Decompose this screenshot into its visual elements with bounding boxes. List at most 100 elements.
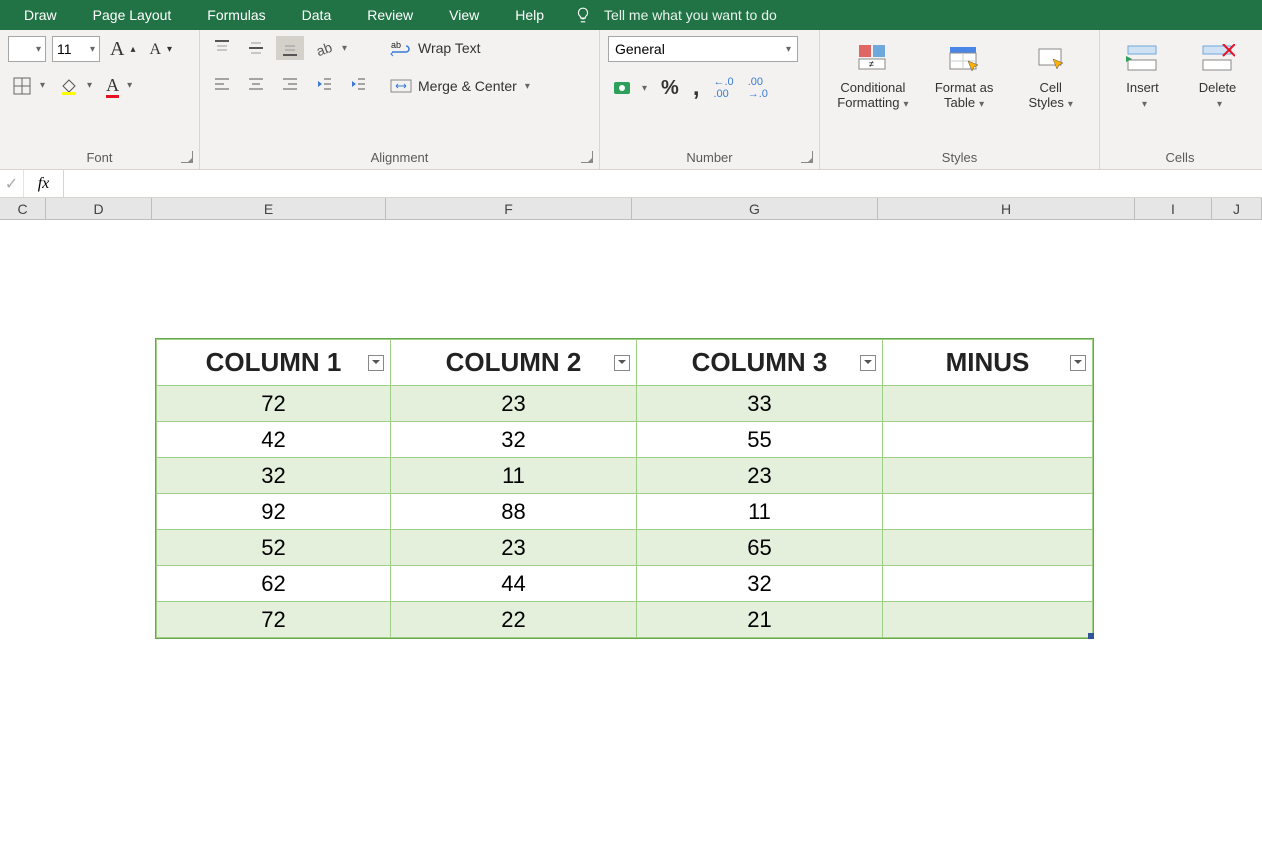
table-cell[interactable] xyxy=(883,602,1093,638)
table-row: 321123 xyxy=(157,458,1093,494)
ribbon-tab-data[interactable]: Data xyxy=(284,0,350,30)
font-dialog-launcher[interactable] xyxy=(181,151,193,163)
table-cell[interactable]: 52 xyxy=(157,530,391,566)
filter-dropdown-icon[interactable] xyxy=(1070,355,1086,371)
filter-dropdown-icon[interactable] xyxy=(860,355,876,371)
chevron-down-icon: ▾ xyxy=(786,44,791,55)
align-bottom-button[interactable] xyxy=(276,36,304,60)
column-header-J[interactable]: J xyxy=(1212,198,1262,219)
table-cell[interactable] xyxy=(883,386,1093,422)
table-cell[interactable]: 92 xyxy=(157,494,391,530)
align-top-button[interactable] xyxy=(208,36,236,60)
column-header-F[interactable]: F xyxy=(386,198,632,219)
table-cell[interactable]: 33 xyxy=(637,386,883,422)
ribbon-tab-draw[interactable]: Draw xyxy=(6,0,75,30)
comma-style-button[interactable]: , xyxy=(689,74,704,102)
column-header-E[interactable]: E xyxy=(152,198,386,219)
ribbon-tab-formulas[interactable]: Formulas xyxy=(189,0,283,30)
table-cell[interactable]: 55 xyxy=(637,422,883,458)
table-header[interactable]: COLUMN 1 xyxy=(157,340,391,386)
table-cell[interactable]: 23 xyxy=(391,386,637,422)
table-cell[interactable]: 23 xyxy=(637,458,883,494)
table-cell[interactable]: 88 xyxy=(391,494,637,530)
percent-button[interactable]: % xyxy=(657,74,683,102)
filter-dropdown-icon[interactable] xyxy=(614,355,630,371)
table-cell[interactable]: 32 xyxy=(391,422,637,458)
table-cell[interactable]: 11 xyxy=(637,494,883,530)
column-header-H[interactable]: H xyxy=(878,198,1135,219)
table-header[interactable]: COLUMN 3 xyxy=(637,340,883,386)
table-cell[interactable]: 62 xyxy=(157,566,391,602)
fill-color-button[interactable]: ▾ xyxy=(55,73,96,98)
table-cell[interactable]: 65 xyxy=(637,530,883,566)
insert-cells-icon xyxy=(1126,38,1160,80)
number-dialog-launcher[interactable] xyxy=(801,151,813,163)
font-color-button[interactable]: A ▾ xyxy=(102,73,136,98)
formula-confirm-button[interactable]: ✓ xyxy=(0,170,24,197)
delete-cells-button[interactable]: Delete ▾ xyxy=(1190,36,1246,112)
decrease-decimal-button[interactable]: .00→.0 xyxy=(744,74,772,102)
table-resize-handle[interactable] xyxy=(1088,633,1094,639)
ribbon-tab-review[interactable]: Review xyxy=(349,0,431,30)
number-format-combo[interactable]: General ▾ xyxy=(608,36,798,62)
table-cell[interactable]: 72 xyxy=(157,386,391,422)
align-left-button[interactable] xyxy=(208,72,236,96)
align-right-button[interactable] xyxy=(276,72,304,96)
currency-button[interactable]: ▾ xyxy=(608,74,651,102)
table-cell[interactable]: 11 xyxy=(391,458,637,494)
align-middle-icon xyxy=(246,38,266,58)
conditional-formatting-button[interactable]: ≠ Conditional Formatting▾ xyxy=(833,36,912,112)
orientation-button[interactable]: ab▾ xyxy=(310,36,351,60)
table-cell[interactable]: 21 xyxy=(637,602,883,638)
table-cell[interactable] xyxy=(883,530,1093,566)
delete-label: Delete xyxy=(1199,80,1237,95)
table-cell[interactable]: 32 xyxy=(637,566,883,602)
wrap-text-button[interactable]: ab Wrap Text xyxy=(386,36,534,60)
align-center-icon xyxy=(246,74,266,94)
table-header[interactable]: MINUS xyxy=(883,340,1093,386)
decrease-font-button[interactable]: A▾ xyxy=(145,36,176,63)
table-cell[interactable]: 44 xyxy=(391,566,637,602)
orientation-icon: ab xyxy=(314,38,334,58)
filter-dropdown-icon[interactable] xyxy=(368,355,384,371)
increase-indent-button[interactable] xyxy=(344,72,372,96)
format-as-table-button[interactable]: Format as Table▾ xyxy=(929,36,999,112)
fx-icon[interactable]: fx xyxy=(24,170,64,197)
ribbon-tab-view[interactable]: View xyxy=(431,0,497,30)
paint-bucket-icon xyxy=(59,76,79,96)
borders-button[interactable]: ▾ xyxy=(8,73,49,98)
column-header-C[interactable]: C xyxy=(0,198,46,219)
table-cell[interactable]: 42 xyxy=(157,422,391,458)
column-header-D[interactable]: D xyxy=(46,198,152,219)
table-cell[interactable]: 22 xyxy=(391,602,637,638)
increase-font-button[interactable]: A▴ xyxy=(106,36,139,63)
font-name-combo[interactable]: ▾ xyxy=(8,36,46,62)
table-header[interactable]: COLUMN 2 xyxy=(391,340,637,386)
align-center-button[interactable] xyxy=(242,72,270,96)
cellstyles-label-2: Styles xyxy=(1028,95,1063,110)
table-cell[interactable]: 23 xyxy=(391,530,637,566)
alignment-dialog-launcher[interactable] xyxy=(581,151,593,163)
worksheet-area[interactable]: COLUMN 1COLUMN 2COLUMN 3MINUS 7223334232… xyxy=(0,220,1262,860)
column-header-G[interactable]: G xyxy=(632,198,878,219)
insert-cells-button[interactable]: Insert ▾ xyxy=(1115,36,1171,112)
table-cell[interactable] xyxy=(883,566,1093,602)
align-middle-button[interactable] xyxy=(242,36,270,60)
group-label-styles: Styles xyxy=(828,150,1091,167)
table-cell[interactable]: 32 xyxy=(157,458,391,494)
ribbon-tab-help[interactable]: Help xyxy=(497,0,562,30)
group-label-number: Number xyxy=(608,150,811,167)
cell-styles-button[interactable]: Cell Styles▾ xyxy=(1016,36,1086,112)
table-cell[interactable] xyxy=(883,422,1093,458)
formula-input[interactable] xyxy=(64,170,1262,197)
ribbon-tab-page-layout[interactable]: Page Layout xyxy=(75,0,190,30)
font-size-combo[interactable]: 11 ▾ xyxy=(52,36,100,62)
merge-center-button[interactable]: Merge & Center ▾ xyxy=(386,74,534,98)
tell-me[interactable]: Tell me what you want to do xyxy=(562,6,789,24)
increase-decimal-button[interactable]: ←.0.00 xyxy=(710,74,738,102)
table-cell[interactable] xyxy=(883,494,1093,530)
decrease-indent-button[interactable] xyxy=(310,72,338,96)
table-cell[interactable] xyxy=(883,458,1093,494)
column-header-I[interactable]: I xyxy=(1135,198,1212,219)
table-cell[interactable]: 72 xyxy=(157,602,391,638)
